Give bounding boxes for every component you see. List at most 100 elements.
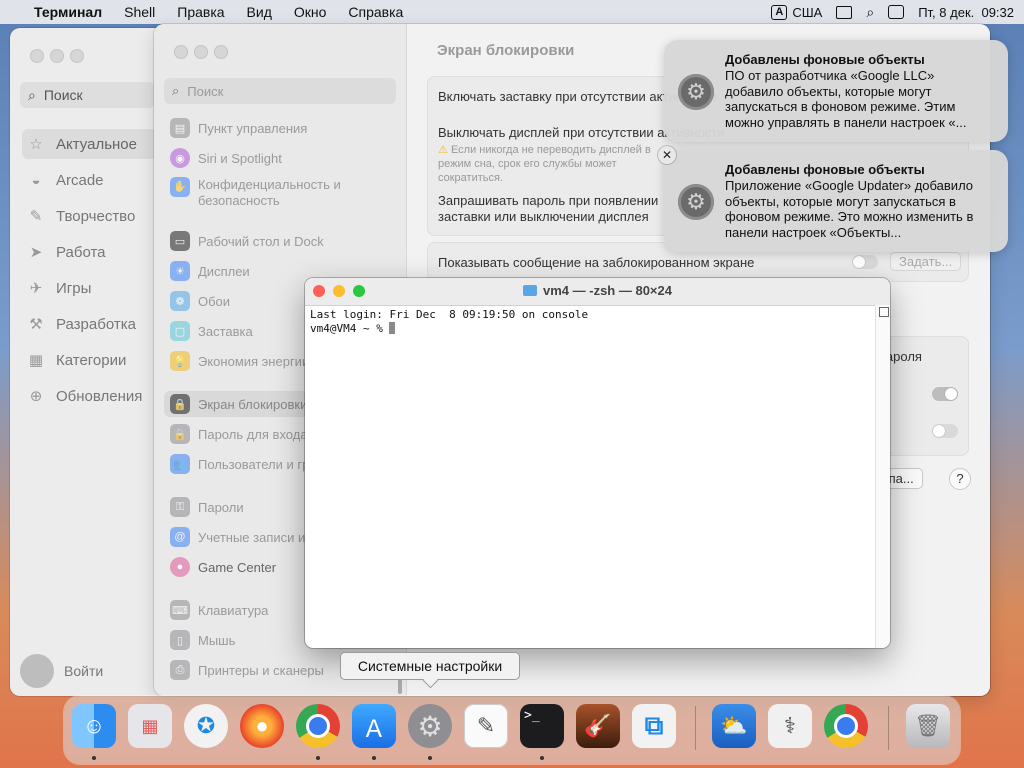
download-icon: ⊕ bbox=[29, 388, 43, 405]
control-center-icon[interactable] bbox=[888, 5, 905, 19]
login-option-toggle-2[interactable] bbox=[932, 424, 958, 438]
settings-zoom-button[interactable] bbox=[214, 45, 228, 59]
appstore-nav-play[interactable]: ✈ Игры bbox=[22, 273, 160, 303]
lightbulb-icon: 💡 bbox=[170, 351, 190, 371]
last-login-line: Last login: Fri Dec 8 09:19:50 on consol… bbox=[310, 308, 589, 321]
appstore-nav-develop[interactable]: ⚒ Разработка bbox=[22, 309, 160, 339]
window-switcher-icon[interactable] bbox=[836, 5, 853, 19]
set-message-button[interactable]: Задать... bbox=[890, 252, 962, 271]
menu-shell[interactable]: Shell bbox=[124, 4, 155, 20]
dock-chrome-icon[interactable] bbox=[296, 704, 340, 748]
marks-icon[interactable] bbox=[879, 307, 889, 317]
show-message-label: Показывать сообщение на заблокированном … bbox=[438, 255, 755, 270]
sidebar-item-label: Клавиатура bbox=[198, 602, 269, 618]
appstore-sign-in[interactable]: Войти bbox=[20, 654, 103, 688]
sidebar-item-label: Экономия энергии bbox=[198, 353, 310, 369]
running-indicator bbox=[372, 756, 376, 760]
appstore-nav-updates[interactable]: ⊕ Обновления bbox=[22, 381, 160, 411]
dock-separator bbox=[695, 706, 696, 750]
terminal-window[interactable]: vm4 — -zsh — 80×24 Last login: Fri Dec 8… bbox=[305, 278, 890, 648]
input-source-menu[interactable]: A США bbox=[771, 4, 823, 20]
running-indicator bbox=[540, 756, 544, 760]
spotlight-search-icon[interactable]: ⌕ bbox=[866, 4, 874, 21]
appstore-nav-create[interactable]: ✎ Творчество bbox=[22, 201, 160, 231]
dock-disk-utility-icon[interactable]: ⚕ bbox=[768, 704, 812, 748]
appstore-nav-arcade[interactable]: ◒ Arcade bbox=[22, 165, 160, 195]
menubar-clock[interactable]: Пт, 8 дек. 09:32 bbox=[918, 5, 1014, 20]
dock-finder-icon[interactable]: ☺ bbox=[72, 704, 116, 748]
terminal-scrollbar[interactable] bbox=[875, 305, 890, 648]
terminal-title: vm4 — -zsh — 80×24 bbox=[305, 283, 890, 298]
menu-edit[interactable]: Правка bbox=[177, 4, 224, 20]
require-password-row-label: Запрашивать пароль при появлении заставк… bbox=[438, 193, 659, 224]
settings-minimize-button[interactable] bbox=[194, 45, 208, 59]
hammer-icon: ⚒ bbox=[29, 316, 43, 333]
notification-1[interactable]: ⚙ Добавлены фоновые объекты ПО от разраб… bbox=[664, 40, 1008, 142]
notification-close-icon[interactable]: ✕ bbox=[658, 146, 676, 164]
notification-2[interactable]: ⚙ Добавлены фоновые объекты Приложение «… bbox=[664, 150, 1008, 252]
terminal-output[interactable]: Last login: Fri Dec 8 09:19:50 on consol… bbox=[310, 308, 588, 336]
dock-weather-icon[interactable]: ⛅ bbox=[712, 704, 756, 748]
dock-icon: ▭ bbox=[170, 231, 190, 251]
nav-label: Работа bbox=[56, 243, 106, 261]
help-button[interactable]: ? bbox=[949, 468, 971, 490]
appstore-close-button[interactable] bbox=[30, 49, 44, 63]
sidebar-item-siri[interactable]: ◉ Siri и Spotlight bbox=[164, 145, 399, 171]
sidebar-item-label: Пункт управления bbox=[198, 120, 308, 136]
menu-window[interactable]: Окно bbox=[294, 4, 327, 20]
dock-tooltip: Системные настройки bbox=[340, 652, 520, 680]
menu-view[interactable]: Вид bbox=[247, 4, 272, 20]
nav-label: Игры bbox=[56, 279, 92, 297]
folder-icon bbox=[523, 285, 537, 296]
screensaver-icon: ▢ bbox=[170, 321, 190, 341]
dock-firefox-icon[interactable]: ● bbox=[240, 704, 284, 748]
app-menu[interactable]: Терминал bbox=[34, 4, 102, 20]
hand-icon: ✋ bbox=[170, 177, 190, 197]
appstore-nav-discover[interactable]: ☆ Актуальное bbox=[22, 129, 160, 159]
paperplane-icon: ➤ bbox=[29, 244, 43, 261]
sign-in-label: Войти bbox=[64, 663, 104, 679]
nav-label: Творчество bbox=[56, 207, 136, 225]
printer-icon: ⎙ bbox=[170, 660, 190, 680]
terminal-titlebar[interactable]: vm4 — -zsh — 80×24 bbox=[305, 278, 890, 306]
dock-vscode-icon[interactable]: ⧉ bbox=[632, 704, 676, 748]
menu-help[interactable]: Справка bbox=[348, 4, 403, 20]
shell-prompt: vm4@VM4 ~ % bbox=[310, 322, 390, 335]
notification-title: Добавлены фоновые объекты bbox=[725, 162, 925, 177]
dock-chrome-app-icon[interactable] bbox=[824, 704, 868, 748]
login-option-toggle-1[interactable] bbox=[932, 387, 958, 401]
joystick-icon: ◒ bbox=[31, 171, 41, 189]
dock-system-settings-icon[interactable]: ⚙ bbox=[408, 704, 452, 748]
dock-launchpad-icon[interactable]: ▦ bbox=[128, 704, 172, 748]
dock-terminal-icon[interactable]: >_ bbox=[520, 704, 564, 748]
appstore-zoom-button[interactable] bbox=[70, 49, 84, 63]
appstore-search-field[interactable]: ⌕ Поиск bbox=[20, 82, 155, 108]
nav-label: Разработка bbox=[56, 315, 136, 333]
dock-trash-icon[interactable]: 🗑 bbox=[906, 704, 950, 748]
sidebar-item-label: Рабочий стол и Dock bbox=[198, 233, 324, 249]
settings-close-button[interactable] bbox=[174, 45, 188, 59]
dock-app-store-icon[interactable]: Ａ bbox=[352, 704, 396, 748]
sidebar-item-desktop-dock[interactable]: ▭ Рабочий стол и Dock bbox=[164, 228, 399, 254]
nav-label: Категории bbox=[56, 351, 127, 369]
dock-garageband-icon[interactable]: 🎸 bbox=[576, 704, 620, 748]
sidebar-item-label: Siri и Spotlight bbox=[198, 150, 282, 166]
dock-textedit-icon[interactable]: ✎ bbox=[464, 704, 508, 748]
sidebar-item-control-center[interactable]: ▤ Пункт управления bbox=[164, 115, 399, 141]
appstore-nav-work[interactable]: ➤ Работа bbox=[22, 237, 160, 267]
game-center-icon: ● bbox=[170, 557, 190, 577]
dock-safari-icon[interactable]: ✪ bbox=[184, 704, 228, 748]
mouse-icon: ▯ bbox=[170, 630, 190, 650]
appstore-nav-categories[interactable]: ▦ Категории bbox=[22, 345, 160, 375]
sidebar-item-label: Заставка bbox=[198, 323, 253, 339]
input-source-label: США bbox=[792, 4, 823, 20]
grid-icon: ▦ bbox=[28, 352, 44, 369]
siri-icon: ◉ bbox=[170, 148, 190, 168]
settings-search-field[interactable]: ⌕ Поиск bbox=[164, 78, 396, 104]
sidebar-item-privacy[interactable]: ✋ Конфиденциальность и безопасность bbox=[164, 177, 399, 211]
show-message-toggle[interactable] bbox=[852, 255, 878, 269]
rocket-icon: ✈ bbox=[29, 280, 43, 297]
appstore-minimize-button[interactable] bbox=[50, 49, 64, 63]
text-cursor bbox=[389, 322, 396, 334]
sun-icon: ☀ bbox=[170, 261, 190, 281]
